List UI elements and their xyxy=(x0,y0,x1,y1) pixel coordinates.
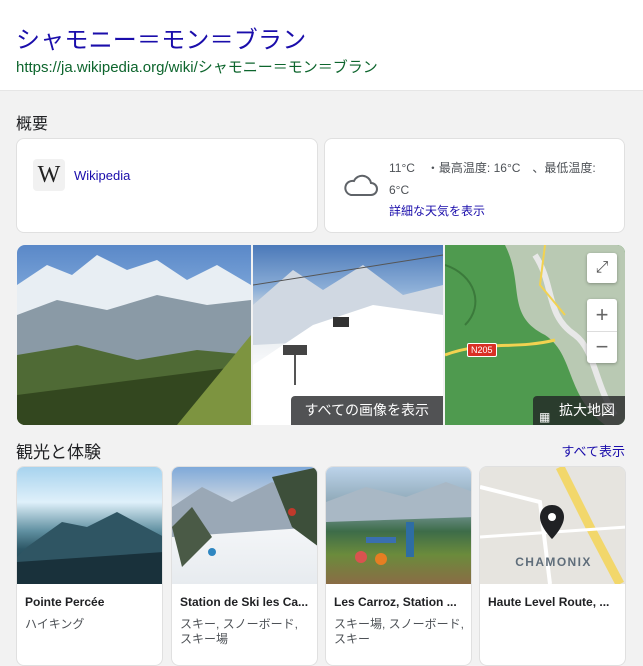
mountain-photo-art xyxy=(17,255,251,425)
image-gallery: N205 ⤢ + − ▦ 拡大地図 すべての画像を表示 xyxy=(17,245,625,425)
weather-details-link[interactable]: 詳細な天気を表示 xyxy=(389,202,485,219)
map-icon: ▦ xyxy=(539,410,551,424)
experience-card[interactable]: Station de Ski les Ca... スキー, スノーボード, スキ… xyxy=(171,466,318,666)
hikers-art xyxy=(326,482,471,565)
map-expand-button[interactable]: ⤢ xyxy=(587,253,617,283)
cloud-icon xyxy=(344,174,378,196)
weather-card[interactable]: 11°C ・最高温度: 16°C 、最低温度: 6°C 詳細な天気を表示 xyxy=(324,138,625,233)
result-title-link[interactable]: シャモニー＝モン＝ブラン xyxy=(16,20,306,55)
overview-heading: 概要 xyxy=(16,116,49,133)
map-place-label: CHAMONIX xyxy=(515,555,592,569)
experience-image xyxy=(172,467,317,584)
road-number-badge: N205 xyxy=(467,343,497,357)
mountain-valley-photo[interactable] xyxy=(17,245,251,425)
skiers-art xyxy=(172,467,317,567)
experience-card[interactable]: CHAMONIX Haute Level Route, ... xyxy=(479,466,626,666)
enlarge-map-button[interactable]: ▦ 拡大地図 xyxy=(533,396,625,425)
experience-image xyxy=(17,467,162,584)
zoom-in-button[interactable]: + xyxy=(587,299,617,332)
experience-name: Station de Ski les Ca... xyxy=(180,595,309,609)
result-url[interactable]: https://ja.wikipedia.org/wiki/シャモニー＝モン＝ブ… xyxy=(16,56,378,77)
wikipedia-logo-icon: W xyxy=(33,159,65,191)
experience-category: スキー, スノーボード, スキー場 xyxy=(180,617,299,646)
map-thumbnail[interactable]: N205 ⤢ + − ▦ 拡大地図 xyxy=(445,245,625,425)
experience-name: Haute Level Route, ... xyxy=(488,595,610,609)
weather-summary: 11°C ・最高温度: 16°C 、最低温度: 6°C xyxy=(389,161,596,197)
wikipedia-link[interactable]: Wikipedia xyxy=(74,168,130,183)
see-all-images-button[interactable]: すべての画像を表示 xyxy=(290,396,443,425)
result-header: シャモニー＝モン＝ブラン https://ja.wikipedia.org/wi… xyxy=(0,0,643,91)
experience-map-image: CHAMONIX xyxy=(480,467,625,587)
experience-card[interactable]: Les Carroz, Station ... スキー場, スノーボード, スキ… xyxy=(325,466,472,666)
zoom-out-button[interactable]: − xyxy=(587,331,617,363)
experience-name: Les Carroz, Station ... xyxy=(334,595,457,609)
experiences-see-all-link[interactable]: すべて表示 xyxy=(561,441,625,460)
wikipedia-card[interactable]: W Wikipedia xyxy=(16,138,318,233)
experience-image xyxy=(326,467,471,584)
experience-name: Pointe Percée xyxy=(25,595,105,609)
experience-category: ハイキング xyxy=(25,617,85,631)
enlarge-map-label: 拡大地図 xyxy=(559,402,615,418)
lake-mountain-art xyxy=(17,512,162,584)
experience-card[interactable]: Pointe Percée ハイキング xyxy=(16,466,163,666)
experience-category: スキー場, スノーボード, スキー xyxy=(334,617,465,646)
map-zoom-controls: + − xyxy=(587,299,617,363)
experiences-heading: 観光と体験 xyxy=(16,443,101,462)
